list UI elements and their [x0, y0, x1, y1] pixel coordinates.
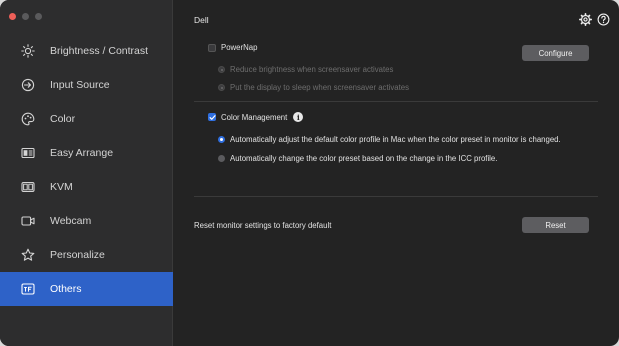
kvm-icon — [20, 179, 36, 195]
sidebar-item-label: Input Source — [50, 79, 110, 91]
configure-button[interactable]: Configure — [522, 45, 589, 61]
sidebar-item-kvm[interactable]: KVM — [0, 170, 173, 204]
brand-title: Dell — [194, 15, 209, 25]
powernap-checkbox[interactable] — [208, 43, 216, 52]
color-management-option-auto-change-preset[interactable]: Automatically change the color preset ba… — [218, 154, 497, 163]
header-actions — [578, 12, 610, 31]
sidebar-item-brightness-contrast[interactable]: Brightness / Contrast — [0, 34, 173, 68]
option-label: Automatically change the color preset ba… — [230, 154, 498, 163]
webcam-icon — [20, 213, 36, 229]
radio-button[interactable] — [218, 136, 225, 143]
sidebar-item-personalize[interactable]: Personalize — [0, 238, 173, 272]
option-label: Automatically adjust the default color p… — [230, 135, 561, 144]
sidebar-item-easy-arrange[interactable]: Easy Arrange — [0, 136, 173, 170]
sidebar-item-label: Webcam — [50, 215, 92, 227]
help-icon[interactable] — [597, 13, 610, 31]
sidebar-item-label: Brightness / Contrast — [50, 45, 149, 57]
gear-icon[interactable] — [578, 12, 593, 31]
sun-icon — [20, 43, 36, 59]
color-management-row: Color Management i — [208, 112, 304, 122]
powernap-label: PowerNap — [221, 43, 258, 52]
powernap-row: PowerNap — [208, 43, 257, 52]
radio-button[interactable] — [218, 84, 225, 91]
sidebar-item-color[interactable]: Color — [0, 102, 173, 136]
easy-arrange-icon — [20, 145, 36, 161]
sidebar-item-input-source[interactable]: Input Source — [0, 68, 173, 102]
option-label: Reduce brightness when screensaver activ… — [230, 65, 394, 74]
sidebar-item-label: Others — [50, 283, 82, 295]
sidebar-item-label: Personalize — [50, 249, 105, 261]
color-management-label: Color Management — [221, 112, 288, 122]
others-icon — [20, 281, 36, 297]
radio-button[interactable] — [218, 66, 225, 73]
sidebar-item-label: KVM — [50, 181, 73, 193]
sidebar: Brightness / Contrast Input Source Color… — [0, 0, 173, 346]
main-panel: Dell PowerNap Configure Reduce brightnes… — [173, 0, 619, 346]
close-window-button[interactable] — [9, 13, 16, 20]
sidebar-item-others[interactable]: Others — [0, 272, 173, 306]
reset-description: Reset monitor settings to factory defaul… — [194, 221, 332, 230]
info-icon[interactable]: i — [293, 112, 304, 122]
color-palette-icon — [20, 111, 36, 127]
input-source-icon — [20, 77, 36, 93]
section-divider — [194, 101, 598, 102]
radio-button[interactable] — [218, 155, 225, 162]
app-window: Brightness / Contrast Input Source Color… — [0, 0, 619, 346]
section-divider — [194, 196, 598, 197]
sidebar-item-webcam[interactable]: Webcam — [0, 204, 173, 238]
powernap-option-reduce-brightness[interactable]: Reduce brightness when screensaver activ… — [218, 65, 393, 74]
color-management-checkbox[interactable] — [208, 113, 216, 121]
minimize-window-button[interactable] — [22, 13, 29, 20]
zoom-window-button[interactable] — [35, 13, 42, 20]
star-icon — [20, 247, 36, 263]
color-management-option-auto-adjust-mac[interactable]: Automatically adjust the default color p… — [218, 135, 561, 144]
option-label: Put the display to sleep when screensave… — [230, 83, 409, 92]
window-controls — [9, 13, 42, 20]
powernap-option-sleep-display[interactable]: Put the display to sleep when screensave… — [218, 83, 409, 92]
sidebar-item-label: Color — [50, 113, 76, 125]
reset-button[interactable]: Reset — [522, 217, 589, 233]
sidebar-item-label: Easy Arrange — [50, 147, 114, 159]
sidebar-nav: Brightness / Contrast Input Source Color… — [0, 34, 173, 306]
